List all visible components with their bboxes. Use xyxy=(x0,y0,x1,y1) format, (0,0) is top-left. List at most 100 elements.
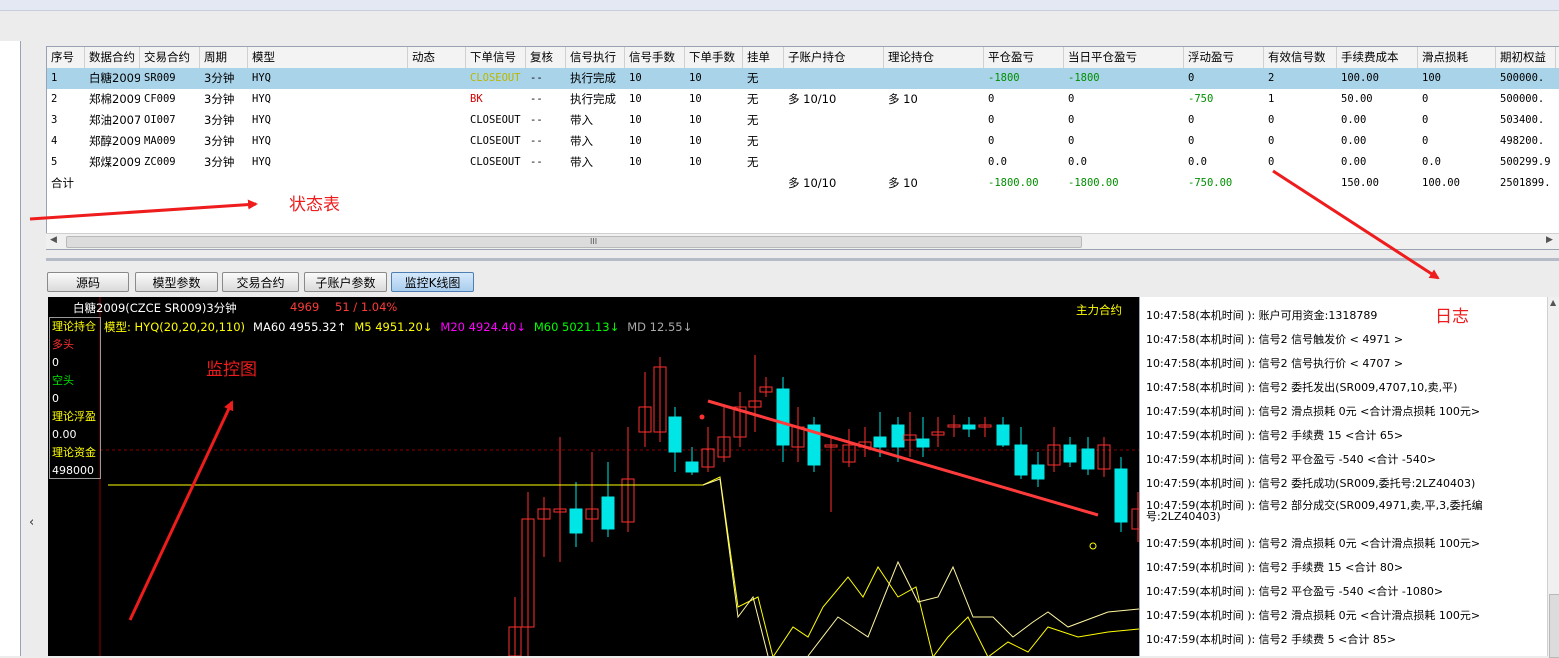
indicator-bar: 模型: HYQ(20,20,20,110) MA60 4955.32↑ M5 495… xyxy=(104,319,700,335)
table-row[interactable]: 5 郑煤2009 ZC009 3分钟 HYQ CLOSEOUT -- 带入 10 10 无 0.0 0.… xyxy=(47,152,1559,173)
table-cell: 10 xyxy=(689,135,702,147)
log-scroll-thumb[interactable] xyxy=(1549,594,1559,658)
table-row[interactable]: 3 郑油2007 OI007 3分钟 HYQ CLOSEOUT -- 带入 10 10 无 0 0 0 0 0… xyxy=(47,110,1559,131)
table-cell: 带入 xyxy=(570,134,593,148)
splitter[interactable] xyxy=(46,258,1559,261)
total-cell: 多 10/10 xyxy=(788,176,837,190)
column-header[interactable]: 理论持仓 xyxy=(884,47,984,68)
column-header[interactable]: 浮动盈亏 xyxy=(1184,47,1264,68)
column-header[interactable]: 当日平仓盈亏 xyxy=(1064,47,1184,68)
log-line: 10:47:59(本机时间 ): 信号2 滑点损耗 0元 <合计滑点损耗 100… xyxy=(1146,537,1481,550)
column-header[interactable]: 挂单 xyxy=(743,47,784,68)
table-cell: 无 xyxy=(747,92,759,106)
total-cell: 150.00 xyxy=(1341,177,1379,189)
info-line: 多头 xyxy=(52,338,74,351)
column-header[interactable]: 有效信号数 xyxy=(1264,47,1337,68)
scroll-up-icon[interactable]: ▲ xyxy=(1550,298,1556,307)
column-header[interactable]: 信号手数 xyxy=(625,47,685,68)
candle-body xyxy=(996,424,1010,446)
table-row[interactable]: 2 郑棉2009 CF009 3分钟 HYQ BK -- 执行完成 10 10 无多 10/10 多 … xyxy=(47,89,1559,110)
column-header[interactable]: 周期 xyxy=(200,47,248,68)
candle-body xyxy=(891,424,905,448)
candle-body xyxy=(962,424,976,430)
scroll-grip: III xyxy=(590,237,598,246)
log-line: 10:47:59(本机时间 ): 信号2 滑点损耗 0元 <合计滑点损耗 100… xyxy=(1146,609,1481,622)
column-header[interactable]: 序号 xyxy=(47,47,85,68)
column-header[interactable]: 模型 xyxy=(248,47,408,68)
table-cell: 0 xyxy=(1188,114,1195,126)
column-header[interactable]: 子账户持仓 xyxy=(784,47,884,68)
monitor-kline-chart[interactable]: 白糖2009(CZCE SR009)3分钟 4969 51 / 1.04% 主力… xyxy=(48,297,1139,656)
table-row[interactable]: 1 白糖2009 SR009 3分钟 HYQ CLOSEOUT -- 执行完成 10 10 无 -18… xyxy=(47,68,1559,89)
table-cell: 10 xyxy=(629,114,642,126)
table-cell: 0 xyxy=(1188,135,1195,147)
column-header[interactable]: 动态 xyxy=(408,47,466,68)
table-cell: CF009 xyxy=(144,93,176,105)
column-header[interactable]: 滑点损耗 xyxy=(1418,47,1496,68)
tab-1[interactable]: 模型参数 xyxy=(135,272,218,292)
log-line: 10:47:58(本机时间 ): 信号2 委托发出(SR009,4707,10,… xyxy=(1146,381,1458,394)
column-header[interactable]: 手续费成本 xyxy=(1337,47,1418,68)
candle-body xyxy=(1031,464,1045,480)
column-header[interactable]: 平仓盈亏 xyxy=(984,47,1064,68)
table-cell xyxy=(408,131,466,152)
table-cell: 1 xyxy=(1268,93,1275,105)
table-cell xyxy=(884,152,984,173)
table-cell: 无 xyxy=(747,155,759,169)
table-cell: 10 xyxy=(689,114,702,126)
scroll-right-icon[interactable]: ▶ xyxy=(1546,235,1553,245)
indicator-label: M5 4951.20↓ xyxy=(354,320,433,334)
log-vertical-scrollbar[interactable]: ▲ xyxy=(1547,297,1559,658)
column-header[interactable]: 下单信号 xyxy=(466,47,526,68)
table-cell xyxy=(408,89,466,110)
table-cell: CLOSEOUT xyxy=(470,135,521,147)
table-cell: 0.00 xyxy=(1341,135,1367,147)
table-cell: HYQ xyxy=(252,135,271,147)
table-cell: 10 xyxy=(629,135,642,147)
log-panel[interactable]: 10:47:58(本机时间 ): 账户可用资金:1318789 10:47:58(… xyxy=(1139,297,1548,656)
table-cell: 郑煤2009 xyxy=(89,155,140,169)
scroll-left-icon[interactable]: ◀ xyxy=(50,235,57,245)
column-header[interactable]: 数据合约 xyxy=(85,47,140,68)
chart-price: 4969 xyxy=(290,300,320,314)
table-cell: 0.0 xyxy=(1422,156,1441,168)
collapse-left-icon[interactable]: ‹ xyxy=(29,515,34,530)
table-cell: MA009 xyxy=(144,135,176,147)
horizontal-scroll-thumb[interactable]: III xyxy=(66,236,1082,248)
table-row[interactable]: 4 郑醇2009 MA009 3分钟 HYQ CLOSEOUT -- 带入 10 10 无 0 0 0 0 0… xyxy=(47,131,1559,152)
column-header[interactable]: 交易合约 xyxy=(140,47,200,68)
table-cell xyxy=(884,68,984,89)
column-header[interactable]: 信号执行 xyxy=(566,47,625,68)
tab-2[interactable]: 交易合约 xyxy=(222,272,299,292)
info-line: 理论浮盈 xyxy=(52,410,96,423)
chart-title: 白糖2009(CZCE SR009)3分钟 xyxy=(73,301,237,315)
table-cell: 执行完成 xyxy=(570,92,616,106)
log-line: 10:47:58(本机时间 ): 信号2 信号执行价 < 4707 > xyxy=(1146,357,1404,370)
tab-4[interactable]: 监控K线图 xyxy=(391,272,474,292)
candle-body xyxy=(1063,444,1077,463)
table-cell: -- xyxy=(530,156,543,168)
column-header[interactable]: 下单手数 xyxy=(685,47,743,68)
signal-marker xyxy=(1089,542,1097,550)
table-cell: 执行完成 xyxy=(570,71,616,85)
table-cell xyxy=(784,152,884,173)
table-cell: 3分钟 xyxy=(204,113,235,127)
signal-marker xyxy=(699,414,705,420)
table-cell: 无 xyxy=(747,71,759,85)
candle-body xyxy=(601,496,615,530)
table-cell: 4 xyxy=(51,135,58,147)
table-cell: 10 xyxy=(689,93,702,105)
table-cell xyxy=(784,131,884,152)
horizontal-scrollbar[interactable]: ◀ III ▶ xyxy=(46,233,1559,249)
column-header[interactable]: 期初权益 xyxy=(1496,47,1556,68)
column-header[interactable]: 复核 xyxy=(526,47,566,68)
tab-3[interactable]: 子账户参数 xyxy=(304,272,387,292)
tab-0[interactable]: 源码 xyxy=(47,272,129,292)
log-line: 10:47:59(本机时间 ): 信号2 部分成交(SR009,4971,卖,平… xyxy=(1146,499,1483,523)
table-cell: 0 xyxy=(988,93,995,105)
table-cell: SR009 xyxy=(144,72,176,84)
table-cell xyxy=(784,110,884,131)
total-row: 合计 多 10/10 多 10 -1800.00 -1800.00 -750.00 150.… xyxy=(47,173,1559,194)
info-line: 498000 xyxy=(52,464,94,477)
table-cell: 500000. xyxy=(1500,72,1545,84)
